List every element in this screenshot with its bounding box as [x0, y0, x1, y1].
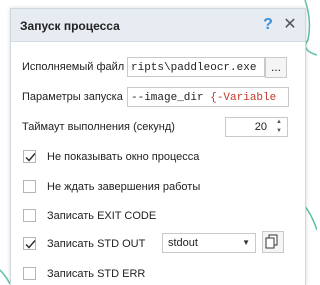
stdout-select-value: stdout	[168, 237, 198, 249]
timeout-label: Таймаут выполнения (секунд)	[22, 121, 175, 133]
checkmark-icon	[25, 240, 36, 249]
dialog-title: Запуск процесса	[20, 19, 120, 33]
params-input[interactable]: --image_dir {-Variable	[127, 87, 289, 107]
timeout-spinbox[interactable]: 20 ▲ ▼	[225, 117, 288, 137]
executable-file-name: paddleocr.exe	[170, 62, 257, 74]
option-label-std-out: Записать STD OUT	[47, 238, 146, 250]
copy-variable-button[interactable]	[262, 231, 284, 253]
executable-input[interactable]: ripts\paddleocr.exe	[127, 57, 265, 77]
executable-path-prefix: ripts\	[131, 62, 171, 74]
option-label-hide-window: Не показывать окно процесса	[47, 151, 200, 163]
timeout-value: 20	[254, 121, 267, 133]
dialog-titlebar[interactable]: Запуск процесса ? ✕	[11, 9, 305, 42]
checkbox-hide-window[interactable]	[23, 150, 36, 163]
checkbox-std-err[interactable]	[23, 267, 36, 280]
executable-label: Исполняемый файл	[22, 61, 125, 73]
option-label-std-err: Записать STD ERR	[47, 268, 146, 280]
chevron-down-icon[interactable]: ▼	[242, 238, 250, 247]
option-label-exit-code: Записать EXIT CODE	[47, 210, 157, 222]
checkbox-std-out[interactable]	[23, 237, 36, 250]
option-label-no-wait: Не ждать завершения работы	[47, 181, 201, 193]
run-process-dialog: Запуск процесса ? ✕ Исполняемый файл rip…	[10, 8, 306, 285]
checkbox-exit-code[interactable]	[23, 209, 36, 222]
checkmark-icon	[25, 153, 36, 162]
help-icon[interactable]: ?	[260, 15, 276, 35]
params-label: Параметры запуска	[22, 91, 123, 103]
copy-icon	[265, 234, 278, 249]
params-variable: {-Variable	[210, 92, 277, 104]
stdout-variable-select[interactable]: stdout ▼	[162, 233, 256, 253]
spin-arrows-icon[interactable]: ▲ ▼	[273, 118, 285, 136]
checkbox-no-wait[interactable]	[23, 180, 36, 193]
params-text: --image_dir	[131, 92, 211, 104]
browse-button[interactable]: ...	[265, 57, 287, 78]
close-icon[interactable]: ✕	[282, 15, 298, 35]
